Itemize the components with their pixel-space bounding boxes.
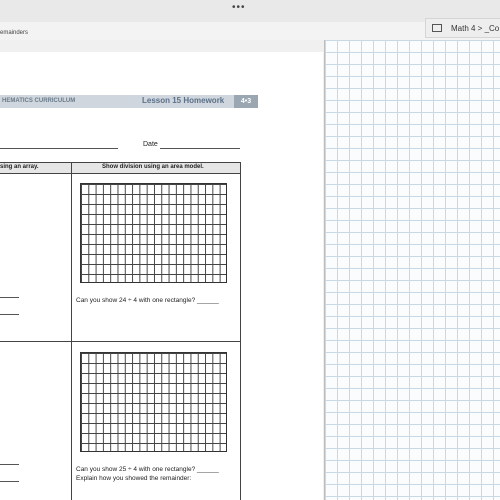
grade-badge: 4•3: [234, 95, 258, 108]
date-line: [160, 148, 240, 149]
page-edge: [324, 40, 325, 500]
table-divider: [71, 162, 72, 500]
breadcrumb[interactable]: emainders: [0, 30, 28, 36]
row-divider: [0, 341, 241, 342]
page-thumbnail-icon: [432, 24, 442, 32]
lesson-title: Lesson 15 Homework: [142, 96, 225, 105]
question-2: Can you show 25 ÷ 4 with one rectangle? …: [76, 466, 219, 473]
col-header-array: sing an array.: [0, 164, 39, 170]
grid-canvas[interactable]: [325, 40, 500, 500]
worksheet-header: HEMATICS CURRICULUM Lesson 15 Homework 4…: [0, 95, 258, 108]
area-model-grid-2[interactable]: [80, 352, 227, 452]
answer-line: [0, 314, 19, 315]
answer-line: [0, 481, 19, 482]
table-right-border: [240, 162, 241, 500]
name-line: [0, 148, 118, 149]
question-1: Can you show 24 ÷ 4 with one rectangle? …: [76, 297, 219, 304]
date-label: Date: [143, 141, 158, 148]
curriculum-label: HEMATICS CURRICULUM: [2, 98, 76, 104]
answer-line: [0, 464, 19, 465]
col-header-area-model: Show division using an area model.: [102, 164, 204, 170]
more-options-icon[interactable]: •••: [232, 2, 246, 13]
answer-line: [0, 297, 19, 298]
table-header: sing an array. Show division using an ar…: [0, 162, 240, 174]
page-tab-label: Math 4 > _Co: [451, 24, 500, 33]
area-model-grid-1[interactable]: [80, 183, 227, 283]
page-tab[interactable]: Math 4 > _Co: [425, 18, 500, 38]
question-2-explain: Explain how you showed the remainder:: [76, 475, 192, 482]
